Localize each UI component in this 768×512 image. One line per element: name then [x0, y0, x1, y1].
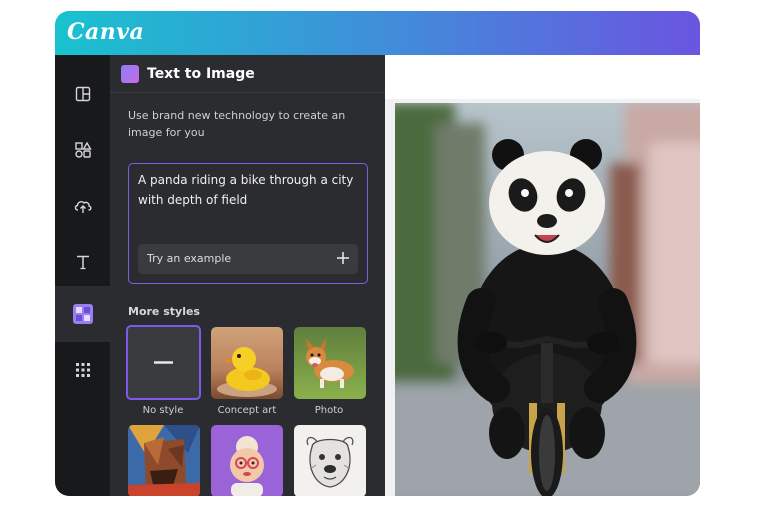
upload-icon [74, 201, 92, 213]
more-styles-heading: More styles [128, 305, 200, 318]
style-label-concept-art: Concept art [217, 405, 277, 416]
panel-intro-text: Use brand new technology to create an im… [128, 109, 346, 139]
rail-apps-button[interactable] [55, 342, 110, 398]
text-to-image-app-icon [72, 304, 93, 324]
style-tile-no-style[interactable] [126, 325, 201, 400]
style-tile-sketch[interactable] [294, 425, 366, 496]
style-tile-geometric-portrait[interactable] [128, 425, 200, 496]
rail-text-to-image-button[interactable] [55, 286, 110, 342]
layout-icon [75, 86, 90, 102]
panel-header: Text to Image [110, 55, 385, 93]
style-tile-concept-art[interactable] [211, 327, 283, 399]
canvas-toolbar-area [385, 55, 700, 99]
canva-logo[interactable]: Canva [67, 19, 144, 45]
canva-app-window: Canva Text to Image Use brand new techno… [55, 11, 700, 496]
3d-character-image [211, 425, 283, 496]
geometric-portrait-image [128, 425, 200, 496]
plus-icon [337, 252, 349, 264]
style-tile-photo[interactable] [294, 327, 366, 399]
try-example-label: Try an example [147, 252, 232, 265]
side-rail [55, 55, 110, 496]
rail-text-button[interactable] [55, 234, 110, 290]
try-example-button[interactable]: Try an example [138, 244, 358, 274]
panda-on-bike-image [395, 103, 700, 496]
top-bar: Canva [55, 11, 700, 55]
text-to-image-panel: Text to Image Use brand new technology t… [110, 55, 385, 496]
generated-image[interactable] [395, 103, 700, 496]
design-canvas [385, 55, 700, 496]
text-icon [76, 255, 89, 270]
prompt-input[interactable]: A panda riding a bike through a city wit… [128, 163, 368, 284]
text-to-image-app-icon [121, 65, 139, 83]
rail-templates-button[interactable] [55, 66, 110, 122]
rail-elements-button[interactable] [55, 122, 110, 178]
style-tile-3d-character[interactable] [211, 425, 283, 496]
prompt-text[interactable]: A panda riding a bike through a city wit… [138, 170, 360, 210]
panel-title: Text to Image [147, 66, 255, 82]
dog-sketch-image [294, 425, 366, 496]
style-label-photo: Photo [314, 405, 344, 416]
apps-grid-icon [75, 363, 90, 377]
dash-icon [154, 361, 173, 364]
elements-icon [74, 141, 92, 158]
rubber-duck-image [211, 327, 283, 399]
corgi-photo-image [294, 327, 366, 399]
rail-uploads-button[interactable] [55, 178, 110, 234]
style-label-no-style: No style [142, 405, 184, 416]
